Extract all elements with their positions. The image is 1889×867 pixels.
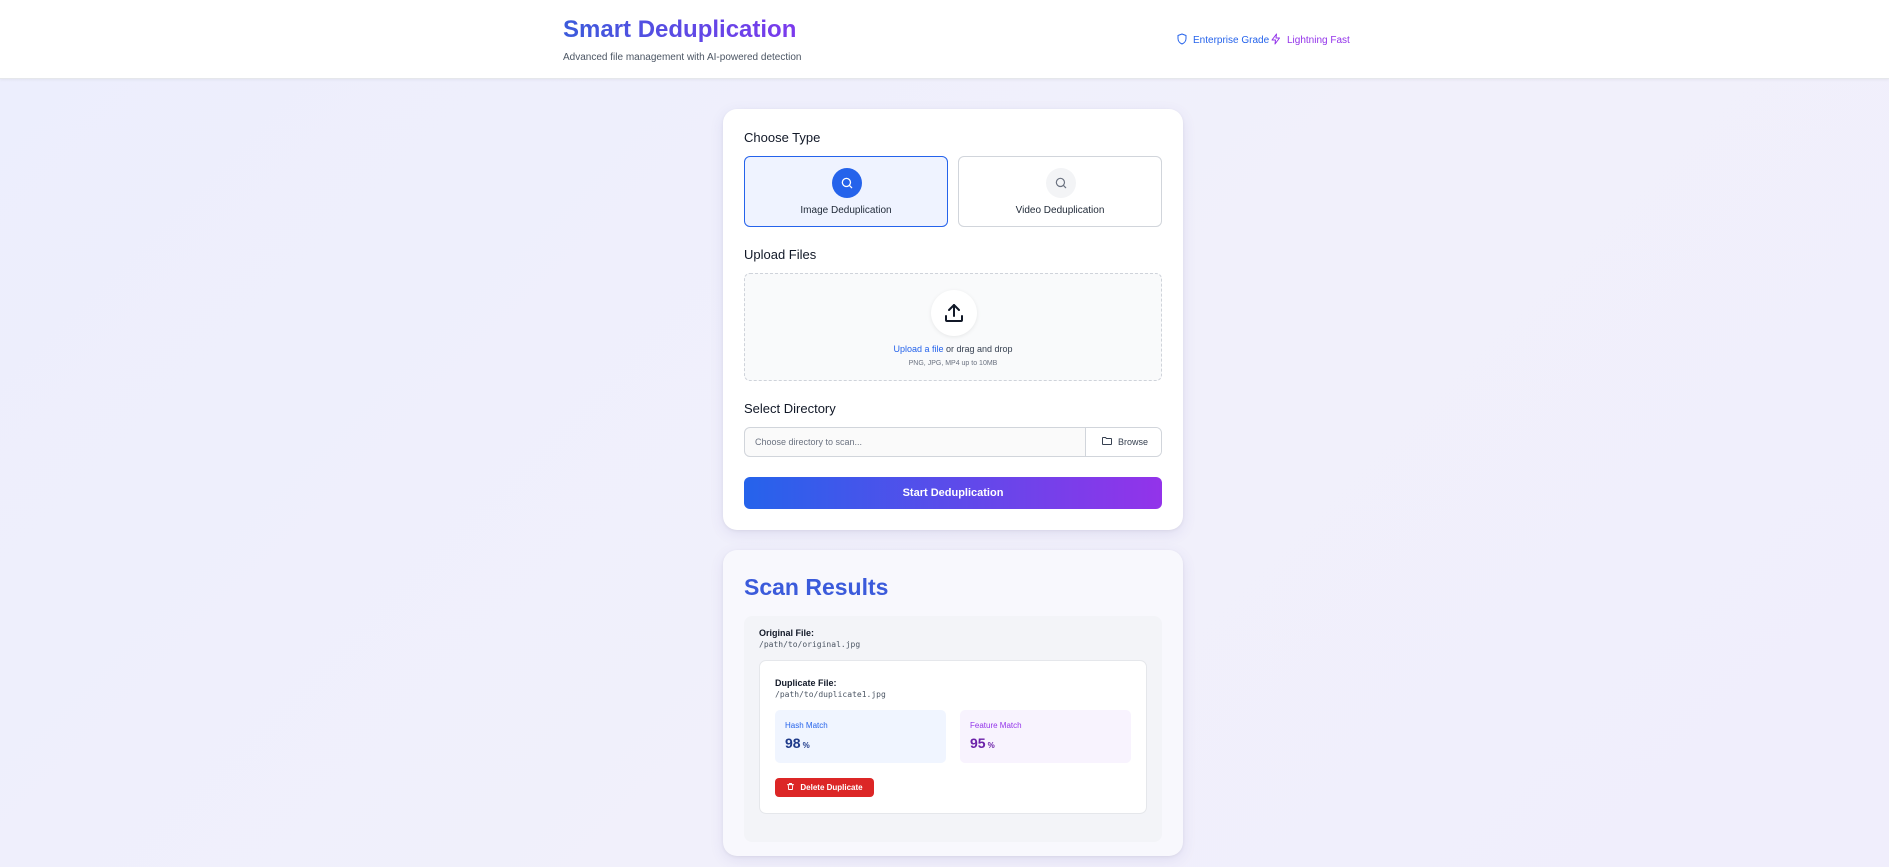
feature-match-metric: Feature Match 95% [960, 710, 1131, 763]
enterprise-grade-badge: Enterprise Grade [1176, 33, 1269, 48]
search-icon [832, 168, 862, 198]
folder-icon [1101, 435, 1113, 449]
directory-picker: Browse [744, 427, 1162, 457]
directory-input[interactable] [745, 428, 1085, 456]
file-dropzone[interactable]: Upload a file or drag and drop PNG, JPG,… [744, 273, 1162, 381]
deduplication-form: Choose Type Image Deduplication Video De… [723, 109, 1183, 530]
upload-instructions: Upload a file or drag and drop [745, 344, 1161, 354]
feature-match-label: Feature Match [970, 721, 1022, 730]
scan-results-panel: Scan Results Original File: /path/to/ori… [723, 550, 1183, 856]
upload-files-heading: Upload Files [744, 247, 817, 262]
select-directory-heading: Select Directory [744, 401, 836, 416]
upload-icon [931, 290, 977, 336]
drag-drop-text: or drag and drop [943, 344, 1013, 354]
duplicate-file-label: Duplicate File: [775, 678, 837, 688]
upload-hint: PNG, JPG, MP4 up to 10MB [908, 360, 998, 367]
hash-match-value: 98% [785, 735, 810, 751]
hash-match-metric: Hash Match 98% [775, 710, 946, 763]
app-header: Smart Deduplication Advanced file manage… [0, 0, 1889, 79]
app-subtitle: Advanced file management with AI-powered… [563, 52, 802, 63]
enterprise-grade-label: Enterprise Grade [1193, 35, 1270, 46]
hash-match-label: Hash Match [785, 721, 828, 730]
video-deduplication-label: Video Deduplication [1015, 205, 1105, 216]
lightning-fast-label: Lightning Fast [1287, 35, 1350, 46]
video-deduplication-option[interactable]: Video Deduplication [958, 156, 1162, 227]
duplicate-file-card: Duplicate File: /path/to/duplicate1.jpg … [759, 660, 1147, 814]
lightning-fast-badge: Lightning Fast [1270, 33, 1350, 48]
shield-icon [1176, 33, 1188, 48]
search-icon [1046, 168, 1076, 198]
trash-icon [786, 782, 795, 793]
start-deduplication-button[interactable]: Start Deduplication [744, 477, 1162, 509]
image-deduplication-option[interactable]: Image Deduplication [744, 156, 948, 227]
image-deduplication-label: Image Deduplication [800, 205, 892, 216]
lightning-icon [1270, 33, 1282, 48]
browse-button[interactable]: Browse [1085, 428, 1161, 456]
duplicate-file-path: /path/to/duplicate1.jpg [775, 690, 886, 699]
original-file-label: Original File: [759, 628, 815, 638]
delete-duplicate-label: Delete Duplicate [800, 783, 863, 792]
choose-type-heading: Choose Type [744, 130, 821, 145]
delete-duplicate-button[interactable]: Delete Duplicate [775, 778, 874, 797]
app-title: Smart Deduplication [563, 16, 797, 43]
scan-results-title: Scan Results [744, 574, 889, 600]
original-file-path: /path/to/original.jpg [759, 640, 861, 649]
upload-file-link[interactable]: Upload a file [893, 344, 943, 354]
feature-match-value: 95% [970, 735, 995, 751]
original-file-group: Original File: /path/to/original.jpg Dup… [744, 616, 1162, 842]
browse-label: Browse [1117, 437, 1148, 447]
